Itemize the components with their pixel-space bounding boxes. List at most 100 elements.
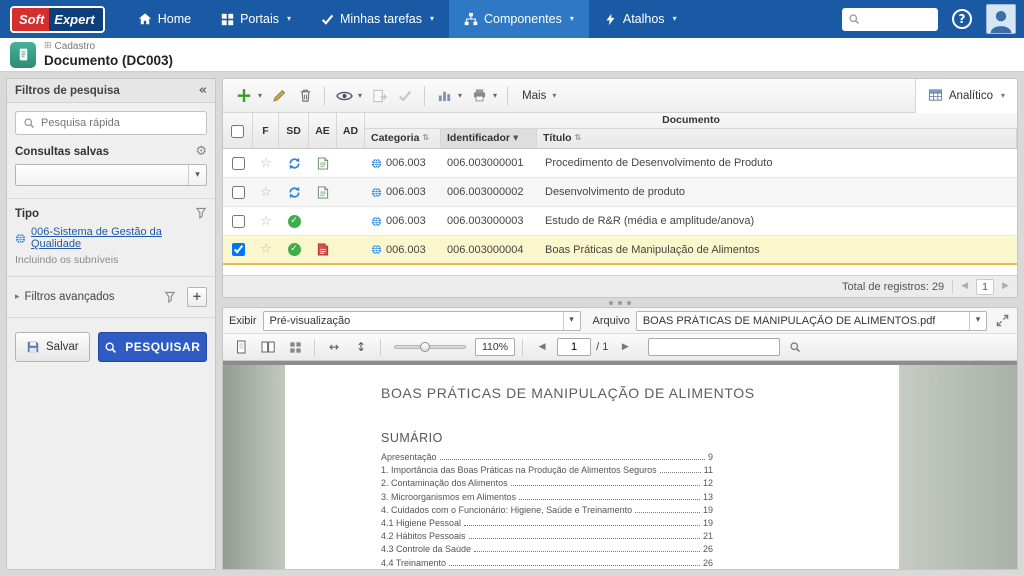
column-header-identificador[interactable]: Identificador ▼: [441, 129, 537, 148]
row-checkbox[interactable]: [232, 243, 245, 256]
table-row-selected[interactable]: ☆ ✓ 006.003 006.003000004 Boas Práticas …: [223, 236, 1017, 265]
search-icon: [104, 341, 117, 354]
print-button[interactable]: [466, 83, 492, 109]
document-grid: F SD AE AD Documento Categoria ⇅ Identif…: [223, 113, 1017, 297]
pagination-prev[interactable]: ◀: [961, 282, 968, 291]
fit-height-button[interactable]: ↕: [349, 337, 373, 358]
view-dropdown-caret[interactable]: ▾: [357, 92, 366, 100]
logo-soft: Soft: [12, 8, 49, 31]
row-identifier: 006.003000001: [441, 149, 537, 177]
next-page-button[interactable]: ▶: [613, 337, 637, 358]
scan-edge-left: [223, 365, 285, 569]
globe-icon: [15, 233, 26, 244]
nav-item-componentes[interactable]: Componentes ▾: [449, 0, 589, 38]
preview-controls: Exibir Pré-visualização ▾ Arquivo BOAS P…: [223, 308, 1017, 334]
single-page-button[interactable]: [229, 337, 253, 358]
quick-search-input[interactable]: [41, 117, 199, 129]
toc-entry: 2. Contaminação dos Alimentos12: [381, 478, 713, 488]
row-checkbox[interactable]: [232, 157, 245, 170]
row-checkbox[interactable]: [232, 186, 245, 199]
prev-page-button[interactable]: ◀: [530, 337, 554, 358]
toc-entry: Apresentação9: [381, 452, 713, 462]
user-avatar[interactable]: [986, 4, 1016, 34]
save-button[interactable]: Salvar: [15, 332, 90, 362]
save-icon: [26, 340, 40, 354]
nav-item-minhas-tarefas[interactable]: Minhas tarefas ▾: [306, 0, 449, 38]
search-button[interactable]: PESQUISAR: [98, 332, 207, 362]
fit-width-button[interactable]: ↔: [322, 337, 346, 358]
favorite-star-icon[interactable]: ☆: [260, 215, 272, 228]
row-title: Procedimento de Desenvolvimento de Produ…: [537, 149, 1017, 177]
softexpert-logo[interactable]: Soft Expert: [10, 6, 105, 33]
saved-queries-select[interactable]: ▾: [15, 164, 207, 186]
chevron-down-icon: ▾: [969, 312, 986, 330]
add-filter-button[interactable]: +: [187, 287, 207, 307]
global-search-input[interactable]: [865, 13, 925, 25]
type-section-label: Tipo: [15, 208, 39, 220]
pagination-page[interactable]: 1: [976, 279, 994, 295]
select-all-cell: [223, 113, 253, 149]
column-header-ae[interactable]: AE: [309, 113, 337, 149]
facing-pages-button[interactable]: [256, 337, 280, 358]
more-button[interactable]: Mais ▾: [514, 90, 564, 102]
pin-filter-icon[interactable]: [195, 207, 207, 220]
chart-button[interactable]: [431, 83, 457, 109]
chart-dropdown-caret[interactable]: ▾: [457, 92, 466, 100]
nav-item-home[interactable]: Home: [123, 0, 206, 38]
pin-filter-icon[interactable]: [164, 291, 176, 304]
revision-status-icon: [288, 157, 301, 170]
search-icon: [23, 117, 35, 129]
view-document-button[interactable]: [331, 83, 357, 109]
column-header-titulo[interactable]: Título ⇅: [537, 129, 1017, 148]
nav-item-label: Atalhos: [623, 12, 665, 26]
filters-panel-title: Filtros de pesquisa: [15, 85, 120, 97]
pdf-search-button[interactable]: [783, 337, 807, 358]
pagination-next[interactable]: ▶: [1002, 282, 1009, 291]
help-button[interactable]: ?: [952, 9, 972, 29]
row-identifier: 006.003000003: [441, 207, 537, 235]
total-records: Total de registros: 29: [842, 281, 944, 293]
view-mode-selector[interactable]: Analítico ▾: [915, 79, 1017, 113]
sort-icon: ⇅: [422, 134, 429, 142]
column-header-ad[interactable]: AD: [337, 113, 365, 149]
horizontal-splitter[interactable]: [222, 298, 1018, 307]
print-dropdown-caret[interactable]: ▾: [492, 92, 501, 100]
nav-item-label: Portais: [240, 12, 279, 26]
add-button[interactable]: +: [231, 83, 257, 109]
zoom-slider-handle[interactable]: [420, 342, 430, 352]
column-header-favorite[interactable]: F: [253, 113, 279, 149]
thumbnails-button[interactable]: [283, 337, 307, 358]
expand-preview-button[interactable]: [993, 312, 1011, 330]
select-all-checkbox[interactable]: [231, 125, 244, 138]
bolt-icon: [604, 13, 617, 26]
grid-toolbar: + ▾ ▾ ▾ ▾ Mais ▾: [223, 79, 1017, 113]
gear-icon[interactable]: ⚙: [195, 145, 207, 158]
column-header-sd[interactable]: SD: [279, 113, 309, 149]
advanced-filters-toggle[interactable]: Filtros avançados: [25, 291, 115, 303]
pdf-search-input[interactable]: [648, 338, 780, 356]
type-link-006[interactable]: 006-Sistema de Gestão da Qualidade: [15, 226, 207, 250]
zoom-slider[interactable]: [394, 345, 466, 349]
global-search-box[interactable]: [842, 8, 938, 31]
column-header-categoria[interactable]: Categoria ⇅: [365, 129, 441, 148]
page-input[interactable]: [557, 338, 591, 356]
file-select[interactable]: BOAS PRÁTICAS DE MANIPULAÇÃO DE ALIMENTO…: [636, 311, 987, 331]
question-icon: ?: [959, 13, 966, 25]
delete-button[interactable]: [292, 83, 318, 109]
add-dropdown-caret[interactable]: ▾: [257, 92, 266, 100]
pdf-viewport[interactable]: BOAS PRÁTICAS DE MANIPULAÇÃO DE ALIMENTO…: [223, 361, 1017, 569]
edit-button[interactable]: [266, 83, 292, 109]
favorite-star-icon[interactable]: ☆: [260, 157, 272, 170]
view-select[interactable]: Pré-visualização ▾: [263, 311, 581, 331]
nav-item-atalhos[interactable]: Atalhos ▾: [589, 0, 692, 38]
quick-search-box[interactable]: [15, 111, 207, 135]
table-row[interactable]: ☆ ✓ 006.003 006.003000003 Estudo de R&R …: [223, 207, 1017, 236]
table-row[interactable]: ☆ 006.003 006.003000001 Procedimento de …: [223, 149, 1017, 178]
collapse-panel-icon[interactable]: «: [199, 84, 207, 97]
row-checkbox[interactable]: [232, 215, 245, 228]
single-page-icon: [234, 340, 248, 354]
favorite-star-icon[interactable]: ☆: [260, 186, 272, 199]
nav-item-portais[interactable]: Portais ▾: [206, 0, 306, 38]
favorite-star-icon[interactable]: ☆: [260, 243, 272, 256]
table-row[interactable]: ☆ 006.003 006.003000002 Desenvolvimento …: [223, 178, 1017, 207]
